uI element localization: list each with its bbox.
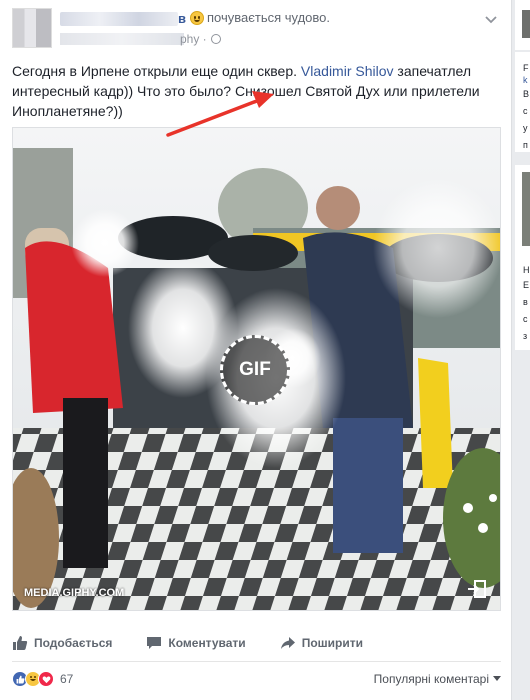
comment-sort-label: Популярні коментарі [373,672,489,686]
sidebar-text: з [523,331,528,341]
sidebar-text: у [523,123,528,133]
sidebar-text: с [523,106,528,116]
right-sidebar-peek: F k В с у п Н Е в с з [513,0,530,700]
comment-label: Коментувати [168,636,246,650]
author-name-suffix[interactable]: в [178,11,186,26]
comment-button[interactable]: Коментувати [146,635,246,651]
sidebar-text: п [523,140,528,150]
sidebar-thumbnail[interactable] [522,10,530,38]
share-button[interactable]: Поширити [280,635,363,651]
mention-link[interactable]: Vladimir Shilov [301,63,394,79]
gif-play-badge[interactable]: GIF [220,335,290,405]
post-actions: Подобається Коментувати Поширити [12,628,501,658]
thumbs-up-icon [13,636,28,650]
share-arrow-icon [280,637,295,649]
expand-icon[interactable] [466,578,488,600]
globe-icon [210,34,221,44]
post-meta: phy · [180,32,221,46]
footer-divider [12,661,501,662]
share-label: Поширити [301,636,363,650]
post-card: в почувається чудово. phy · Сегодня в Ир… [0,0,512,700]
sidebar-text: В [523,89,530,99]
like-label: Подобається [34,636,113,650]
love-reaction-icon [38,671,54,687]
smiley-icon [190,10,204,25]
post-meta-source[interactable]: phy · [180,32,207,46]
comment-icon [147,637,162,649]
reaction-count[interactable]: 67 [60,672,73,686]
feeling-text: почувається чудово. [207,10,331,25]
gif-media[interactable]: GIF MEDIA.GIPHY.COM [12,127,501,611]
avatar[interactable] [12,8,52,48]
like-button[interactable]: Подобається [12,635,112,651]
comment-sort-dropdown[interactable]: Популярні коментарі [374,672,501,686]
giphy-source-label[interactable]: MEDIA.GIPHY.COM [24,587,124,599]
author-name-blurred[interactable] [60,12,178,26]
post-text: Сегодня в Ирпене открыли еще один сквер.… [12,61,490,121]
caret-down-icon [493,676,501,681]
sidebar-thumbnail[interactable] [522,172,530,246]
post-text-before: Сегодня в Ирпене открыли еще один сквер. [12,63,301,79]
reactions-footer: 67 Популярні коментарі [12,668,501,690]
sidebar-text: Е [523,280,530,290]
feeling-status: почувається чудово. [190,10,330,25]
post-meta-blurred [60,33,184,45]
reaction-icons[interactable]: 67 [12,671,73,687]
sidebar-text: с [523,314,528,324]
sidebar-text: в [523,297,528,307]
post-header: в почувається чудово. phy · [12,8,502,54]
chevron-down-icon[interactable] [484,12,498,26]
